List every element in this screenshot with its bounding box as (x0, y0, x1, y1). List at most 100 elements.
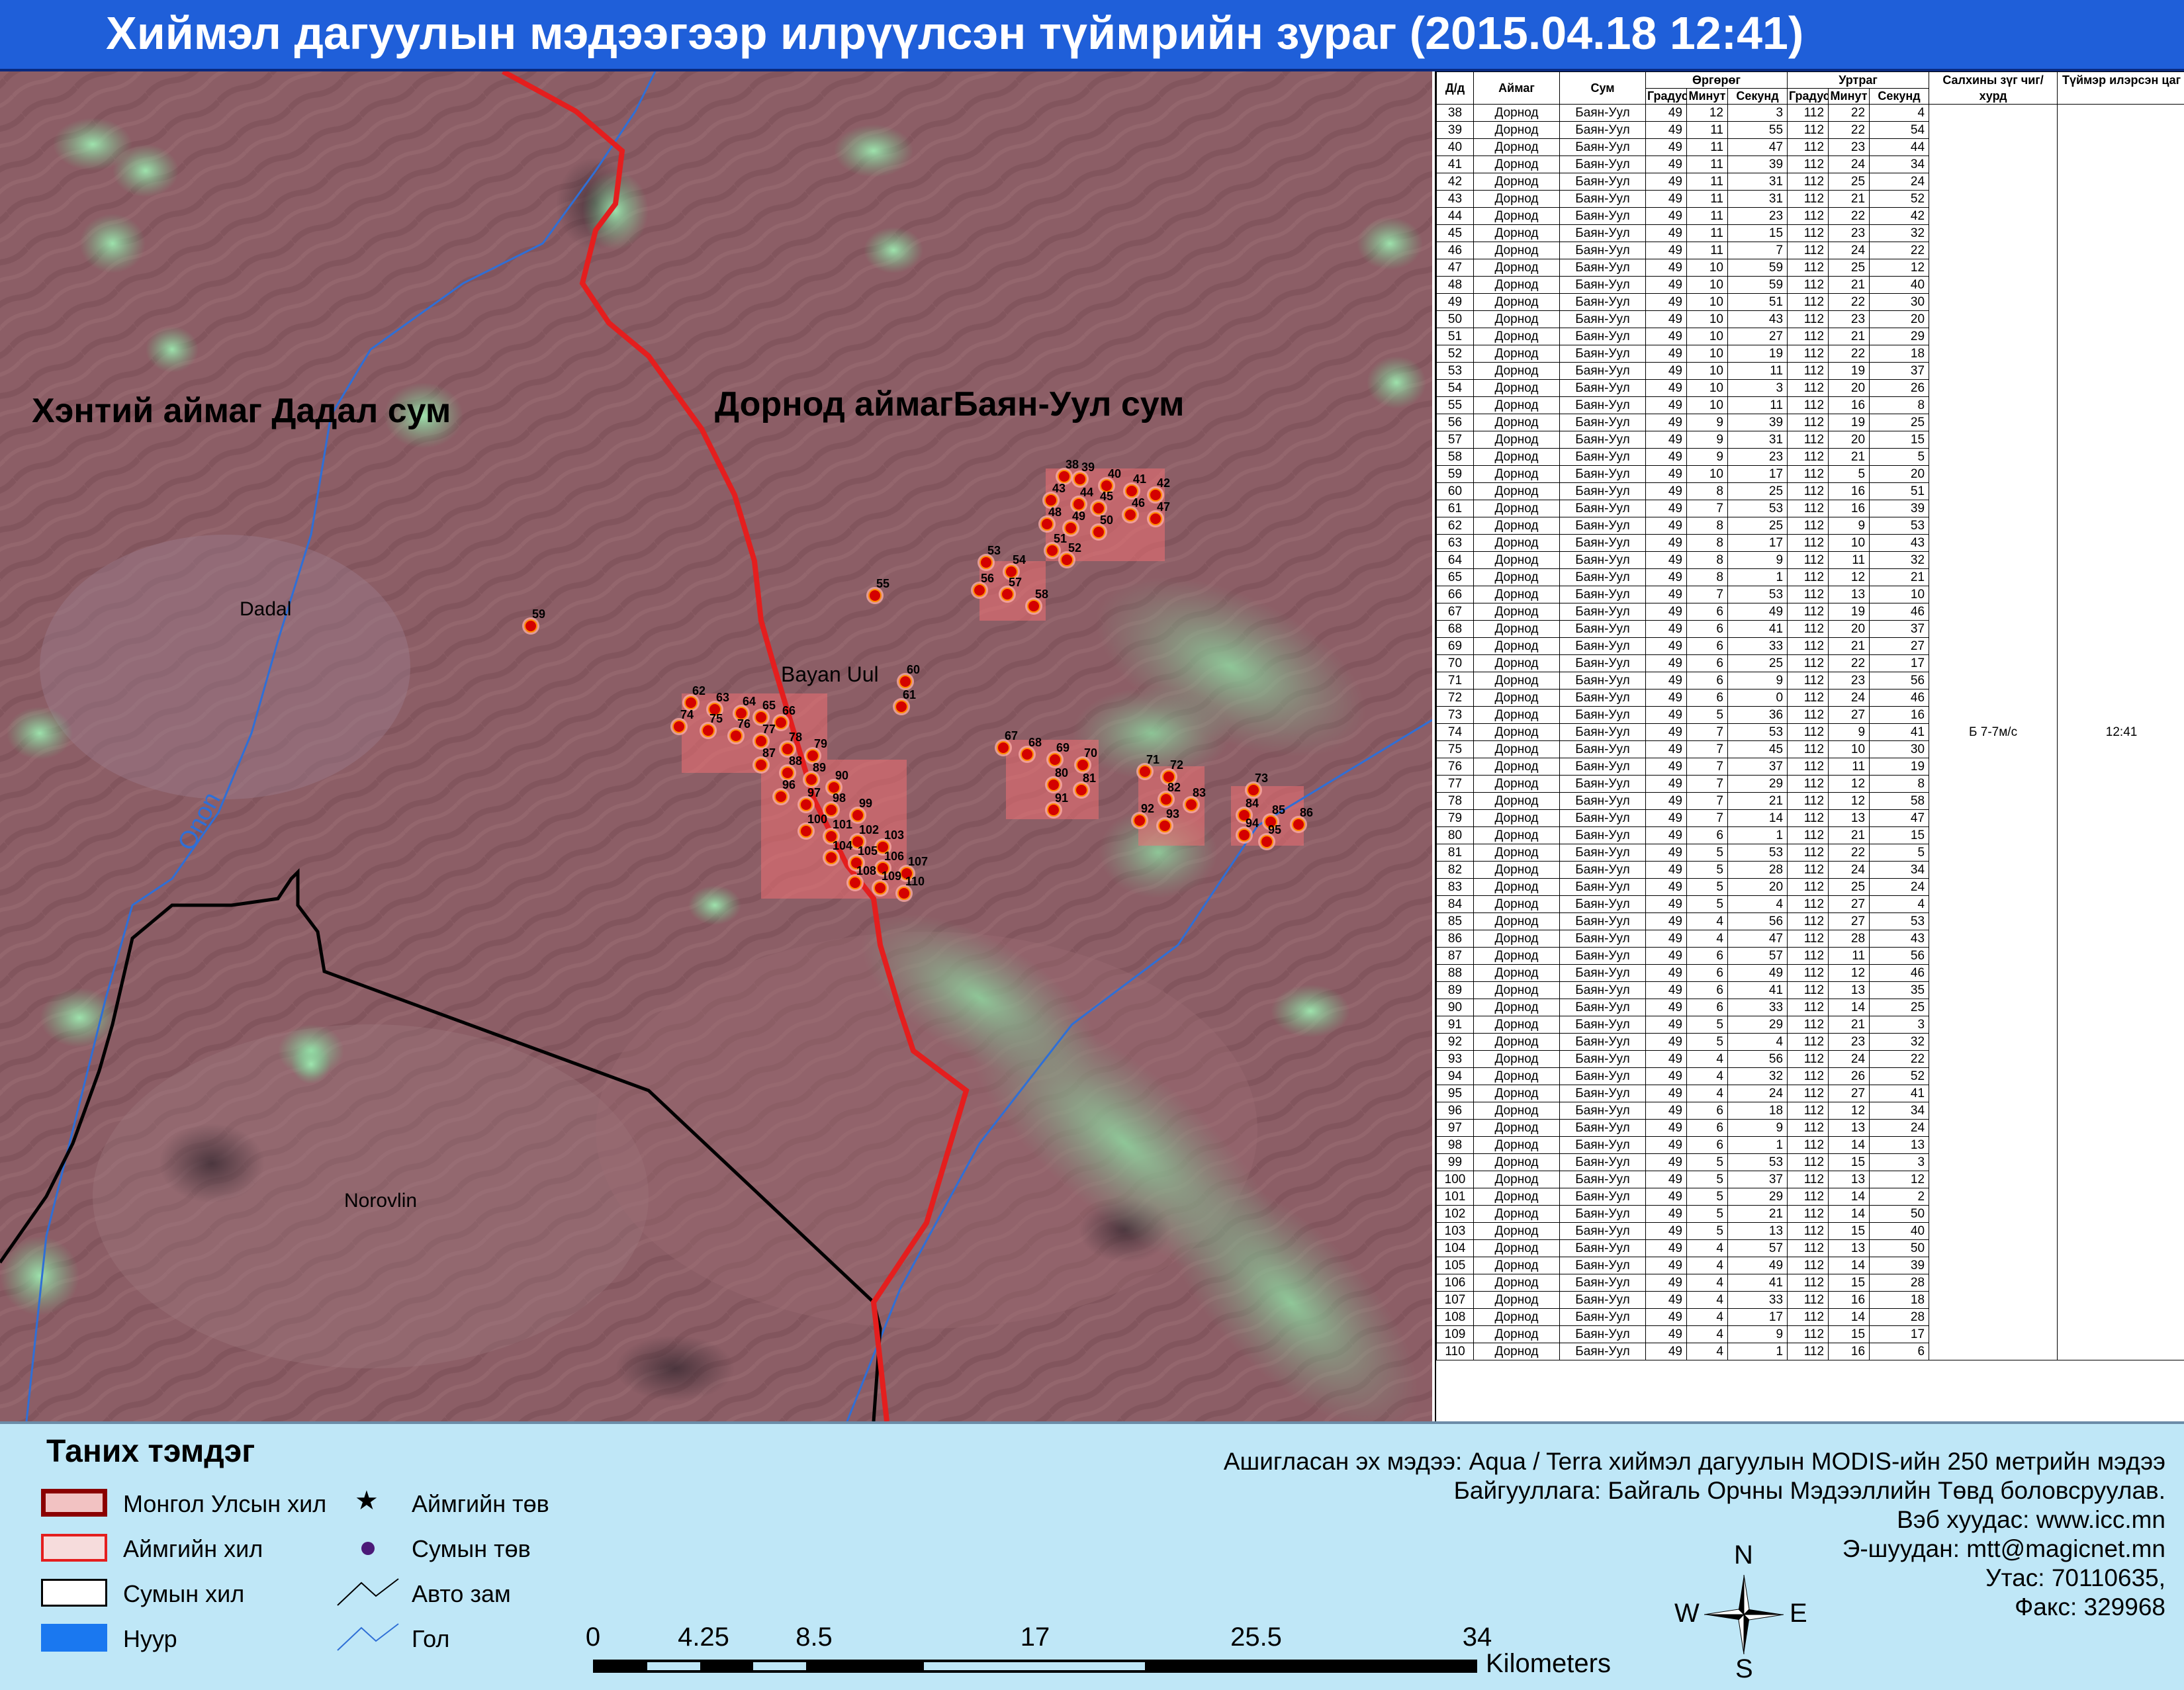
table-cell: 83 (1437, 879, 1474, 896)
table-cell: 43 (1437, 191, 1474, 208)
table-row: 76ДорнодБаян-Уул497371121119 (1437, 758, 2184, 776)
fire-label: 82 (1167, 781, 1181, 794)
table-cell: 49 (1646, 999, 1687, 1016)
table-cell: 49 (1646, 741, 1687, 758)
wind-cell (1929, 672, 2058, 689)
wind-cell (1929, 810, 2058, 827)
table-cell: 77 (1437, 776, 1474, 793)
table-cell: Баян-Уул (1560, 982, 1646, 999)
table-cell: 2 (1870, 1188, 1929, 1206)
table-cell: Дорнод (1474, 1085, 1560, 1102)
table-cell: 49 (1646, 294, 1687, 311)
table-cell: 49 (1646, 913, 1687, 930)
legend-panel: Таних тэмдэг Монгол Улсын хил Аймгийн хи… (0, 1421, 2184, 1690)
table-cell: 112 (1788, 586, 1829, 603)
table-cell: 21 (1829, 328, 1870, 345)
table-cell: 112 (1788, 363, 1829, 380)
table-cell: 72 (1437, 689, 1474, 707)
table-cell: 25 (1829, 259, 1870, 277)
table-cell: 107 (1437, 1292, 1474, 1309)
fire-dot (1058, 470, 1070, 482)
table-cell: 112 (1788, 277, 1829, 294)
table-cell: Баян-Уул (1560, 414, 1646, 431)
table-cell: 112 (1788, 930, 1829, 948)
table-cell: 49 (1646, 173, 1687, 191)
table-cell: 41 (1728, 621, 1788, 638)
wind-cell (1929, 1068, 2058, 1085)
wind-cell (1929, 1206, 2058, 1223)
time-cell (2058, 793, 2184, 810)
table-cell: 112 (1788, 1120, 1829, 1137)
time-cell (2058, 707, 2184, 724)
table-cell: 99 (1437, 1154, 1474, 1171)
table-row: 81ДорнодБаян-Уул49553112225 (1437, 844, 2184, 862)
fire-dot (1134, 815, 1146, 826)
table-cell: 53 (1437, 363, 1474, 380)
table-cell: 11 (1687, 242, 1728, 259)
fire-label: 57 (1009, 576, 1022, 589)
header-wind: Салхины зүг чиг/хурд (1929, 72, 2058, 105)
table-cell: 12 (1829, 776, 1870, 793)
time-cell (2058, 277, 2184, 294)
table-cell: 5 (1687, 844, 1728, 862)
wind-cell (1929, 862, 2058, 879)
fire-dot (1028, 600, 1040, 612)
time-cell (2058, 913, 2184, 930)
table-row: 100ДорнодБаян-Уул495371121312 (1437, 1171, 2184, 1188)
table-cell: 53 (1728, 1154, 1788, 1171)
table-cell: Баян-Уул (1560, 603, 1646, 621)
table-row: 48ДорнодБаян-Уул4910591122140 (1437, 277, 2184, 294)
wind-cell (1929, 1034, 2058, 1051)
table-cell: Дорнод (1474, 586, 1560, 603)
table-cell: 112 (1788, 1206, 1829, 1223)
fire-dot (673, 721, 685, 733)
table-cell: Баян-Уул (1560, 1309, 1646, 1326)
table-row: 94ДорнодБаян-Уул494321122652 (1437, 1068, 2184, 1085)
fire-dot (1093, 502, 1105, 514)
table-cell: 112 (1788, 345, 1829, 363)
table-cell: 44 (1437, 208, 1474, 225)
table-cell: Баян-Уул (1560, 483, 1646, 500)
wind-cell (1929, 741, 2058, 758)
table-row: 106ДорнодБаян-Уул494411121528 (1437, 1274, 2184, 1292)
table-row: 83ДорнодБаян-Уул495201122524 (1437, 879, 2184, 896)
table-cell: Дорнод (1474, 965, 1560, 982)
table-cell: 112 (1788, 552, 1829, 569)
table-cell: 49 (1646, 758, 1687, 776)
table-row: 58ДорнодБаян-Уул49923112215 (1437, 449, 2184, 466)
table-cell: 42 (1870, 208, 1929, 225)
wind-cell (1929, 259, 2058, 277)
table-cell: 25 (1829, 173, 1870, 191)
table-cell: 10 (1687, 259, 1728, 277)
table-cell: 46 (1870, 689, 1929, 707)
table-cell: 23 (1829, 225, 1870, 242)
fire-dot (800, 799, 812, 811)
table-cell: Дорнод (1474, 1343, 1560, 1360)
table-cell: 5 (1687, 862, 1728, 879)
time-cell (2058, 655, 2184, 672)
table-cell: Дорнод (1474, 122, 1560, 139)
table-cell: 20 (1728, 879, 1788, 896)
fire-dot (874, 882, 886, 894)
fire-dot (800, 825, 812, 837)
table-cell: 6 (1687, 1137, 1728, 1154)
table-cell: 20 (1870, 311, 1929, 328)
time-cell (2058, 1274, 2184, 1292)
table-cell: 6 (1687, 1120, 1728, 1137)
table-cell: 41 (1870, 1085, 1929, 1102)
table-cell: 53 (1728, 844, 1788, 862)
table-row: 45ДорнодБаян-Уул4911151122332 (1437, 225, 2184, 242)
fire-dot (1074, 473, 1086, 485)
table-cell: 16 (1870, 707, 1929, 724)
table-cell: 28 (1870, 1309, 1929, 1326)
table-cell: 15 (1829, 1223, 1870, 1240)
table-cell: 22 (1829, 105, 1870, 122)
time-cell (2058, 621, 2184, 638)
table-cell: 9 (1728, 1326, 1788, 1343)
table-cell: 6 (1687, 638, 1728, 655)
fire-label: 52 (1068, 541, 1081, 555)
table-row: 62ДорнодБаян-Уул49825112953 (1437, 517, 2184, 535)
table-cell: 4 (1687, 913, 1728, 930)
table-row: 87ДорнодБаян-Уул496571121156 (1437, 948, 2184, 965)
table-cell: Баян-Уул (1560, 776, 1646, 793)
